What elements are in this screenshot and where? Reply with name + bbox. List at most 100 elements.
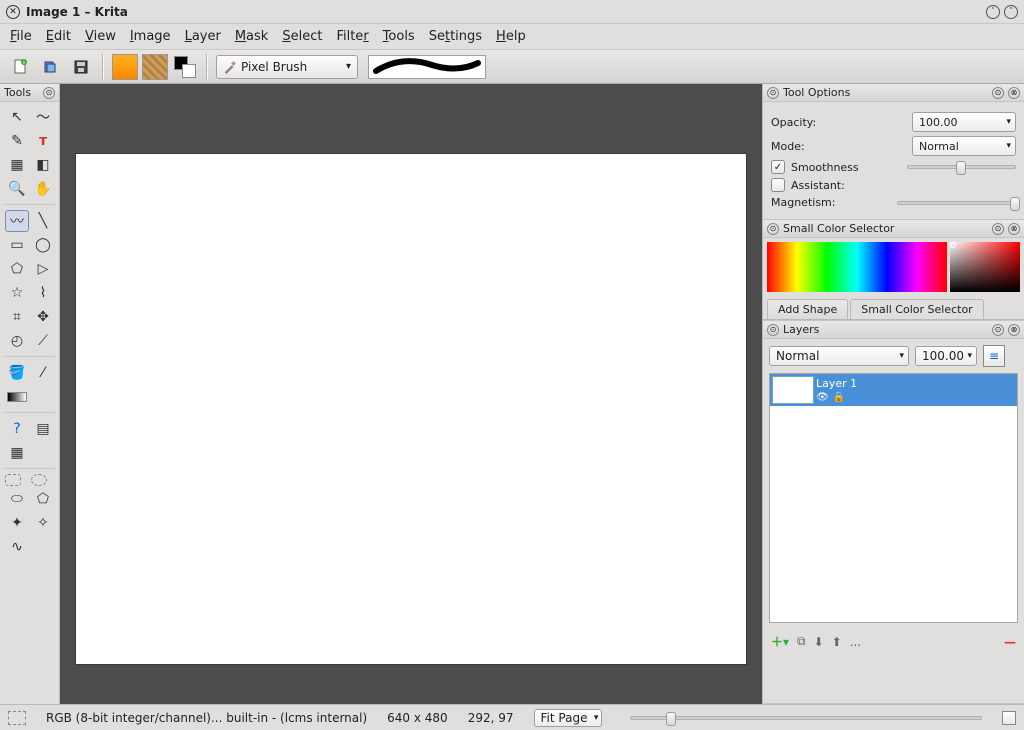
tool-assistant[interactable]: ? [5,418,29,440]
add-layer-button[interactable]: ＋▾ [771,633,789,650]
minimize-icon[interactable]: ˅ [986,5,1000,19]
save-button[interactable] [68,54,94,80]
saturation-value-box[interactable] [950,242,1020,292]
menu-edit[interactable]: Edit [46,29,71,44]
collapse-icon[interactable]: ⊙ [767,223,779,235]
layers-title: Layers [783,323,819,336]
menu-image[interactable]: Image [130,29,171,44]
duplicate-layer-button[interactable]: ⧉ [797,634,806,649]
tab-add-shape[interactable]: Add Shape [767,299,848,319]
collapse-icon[interactable]: ⊙ [767,324,779,336]
tool-pan[interactable]: ✋ [31,178,55,200]
move-layer-down-button[interactable]: ⬇ [814,635,824,649]
toolbox-panel: Tools ⊙ ↖ 〜 ✎ ᴛ ▦ ◧ 🔍 ✋ 〰 ╲ ▭ ◯ ⬠ ▷ ☆ ⌇ … [0,84,60,704]
delete-layer-button[interactable]: — [1004,635,1016,649]
tool-rectangle[interactable]: ▭ [5,234,29,256]
assistant-checkbox[interactable] [771,178,785,192]
layers-list[interactable]: Layer 1 👁 🔒 [769,373,1018,623]
tool-gradient[interactable] [5,386,29,408]
tool-select-polygon[interactable]: ⬠ [31,488,55,510]
open-button[interactable] [38,54,64,80]
tool-ellipse[interactable]: ◯ [31,234,55,256]
zoom-slider[interactable] [630,716,982,720]
tool-crop[interactable]: ⌗ [5,306,29,328]
layer-more-button[interactable]: ... [850,635,861,649]
blend-mode-select[interactable]: Normal▾ [769,346,909,366]
fullscreen-button[interactable] [1002,711,1016,725]
layer-name: Layer 1 [816,377,1017,390]
colorspace-label: RGB (8-bit integer/channel)... built-in … [46,711,367,725]
tool-options-title: Tool Options [783,86,850,99]
tool-gradient-edit[interactable]: ◧ [31,154,55,176]
close-icon[interactable]: ⊗ [1008,324,1020,336]
smoothness-slider[interactable] [907,165,1017,169]
opacity-input[interactable]: 100.00▾ [912,112,1016,132]
tool-zoom[interactable]: 🔍 [5,178,29,200]
tool-pattern-edit[interactable]: ▦ [5,154,29,176]
tool-grid[interactable]: ▦ [5,442,29,464]
layer-row[interactable]: Layer 1 👁 🔒 [770,374,1017,406]
float-icon[interactable]: ⊙ [992,324,1004,336]
selection-indicator[interactable] [8,711,26,725]
menu-settings[interactable]: Settings [429,29,482,44]
float-icon[interactable]: ⊙ [992,223,1004,235]
magnetism-slider[interactable] [897,201,1017,205]
tool-select-ellipse[interactable] [31,474,47,486]
pattern-swatch[interactable] [142,54,168,80]
tool-pointer[interactable]: ↖ [5,106,29,128]
menu-tools[interactable]: Tools [383,29,415,44]
float-icon[interactable]: ⊙ [992,87,1004,99]
new-document-button[interactable]: + [8,54,34,80]
tool-transform[interactable]: ◴ [5,330,29,352]
visibility-icon[interactable]: 👁 [816,392,829,403]
fg-bg-color[interactable] [172,54,198,80]
separator [206,54,208,80]
tool-select-freehand[interactable]: ⬭ [5,488,29,510]
tool-freehand-brush[interactable]: 〰 [5,210,29,232]
menu-select[interactable]: Select [282,29,322,44]
move-layer-up-button[interactable]: ⬆ [832,635,842,649]
maximize-icon[interactable]: ˄ [1004,5,1018,19]
menu-file[interactable]: File [10,29,32,44]
tool-color-picker[interactable]: ⁄ [31,362,55,384]
tool-select-rect[interactable] [5,474,21,486]
tool-select-contiguous[interactable]: ✦ [5,512,29,534]
menu-view[interactable]: View [85,29,116,44]
tool-calligraphy[interactable]: ✎ [5,130,29,152]
tool-star[interactable]: ☆ [5,282,29,304]
smoothness-label: Smoothness [791,161,899,174]
menu-layer[interactable]: Layer [185,29,221,44]
menu-mask[interactable]: Mask [235,29,269,44]
tool-select-similar[interactable]: ✧ [31,512,55,534]
close-icon[interactable]: ⊗ [1008,87,1020,99]
layer-opacity-input[interactable]: 100.00▾ [915,346,977,366]
tool-fill[interactable]: 🪣 [5,362,29,384]
zoom-select[interactable]: Fit Page▾ [534,709,603,727]
close-icon[interactable]: ⊗ [1008,223,1020,235]
tool-polygon[interactable]: ⬠ [5,258,29,280]
collapse-icon[interactable]: ⊙ [767,87,779,99]
tool-polyline[interactable]: ▷ [31,258,55,280]
canvas[interactable] [76,154,746,664]
menu-help[interactable]: Help [496,29,526,44]
mode-select[interactable]: Normal▾ [912,136,1016,156]
tool-text[interactable]: ᴛ [31,130,55,152]
tool-line[interactable]: ╲ [31,210,55,232]
tool-measure[interactable]: ⟋ [31,330,55,352]
lock-icon[interactable]: 🔒 [833,392,845,403]
gradient-swatch[interactable] [112,54,138,80]
hue-strip[interactable] [767,242,947,292]
tool-path[interactable]: 〜 [31,106,55,128]
tab-small-color-selector[interactable]: Small Color Selector [850,299,983,319]
menu-filter[interactable]: Filter [336,29,368,44]
tool-move[interactable]: ✥ [31,306,55,328]
layer-properties-button[interactable]: ≡ [983,345,1005,367]
brush-stroke-preview[interactable] [368,55,486,79]
tool-select-path[interactable]: ∿ [5,536,29,558]
smoothness-checkbox[interactable]: ✓ [771,160,785,174]
close-icon[interactable]: ✕ [6,5,20,19]
brush-preset-select[interactable]: Pixel Brush ▾ [216,55,358,79]
tool-bezier[interactable]: ⌇ [31,282,55,304]
collapse-icon[interactable]: ⊙ [43,87,55,99]
tool-perspective-grid[interactable]: ▤ [31,418,55,440]
